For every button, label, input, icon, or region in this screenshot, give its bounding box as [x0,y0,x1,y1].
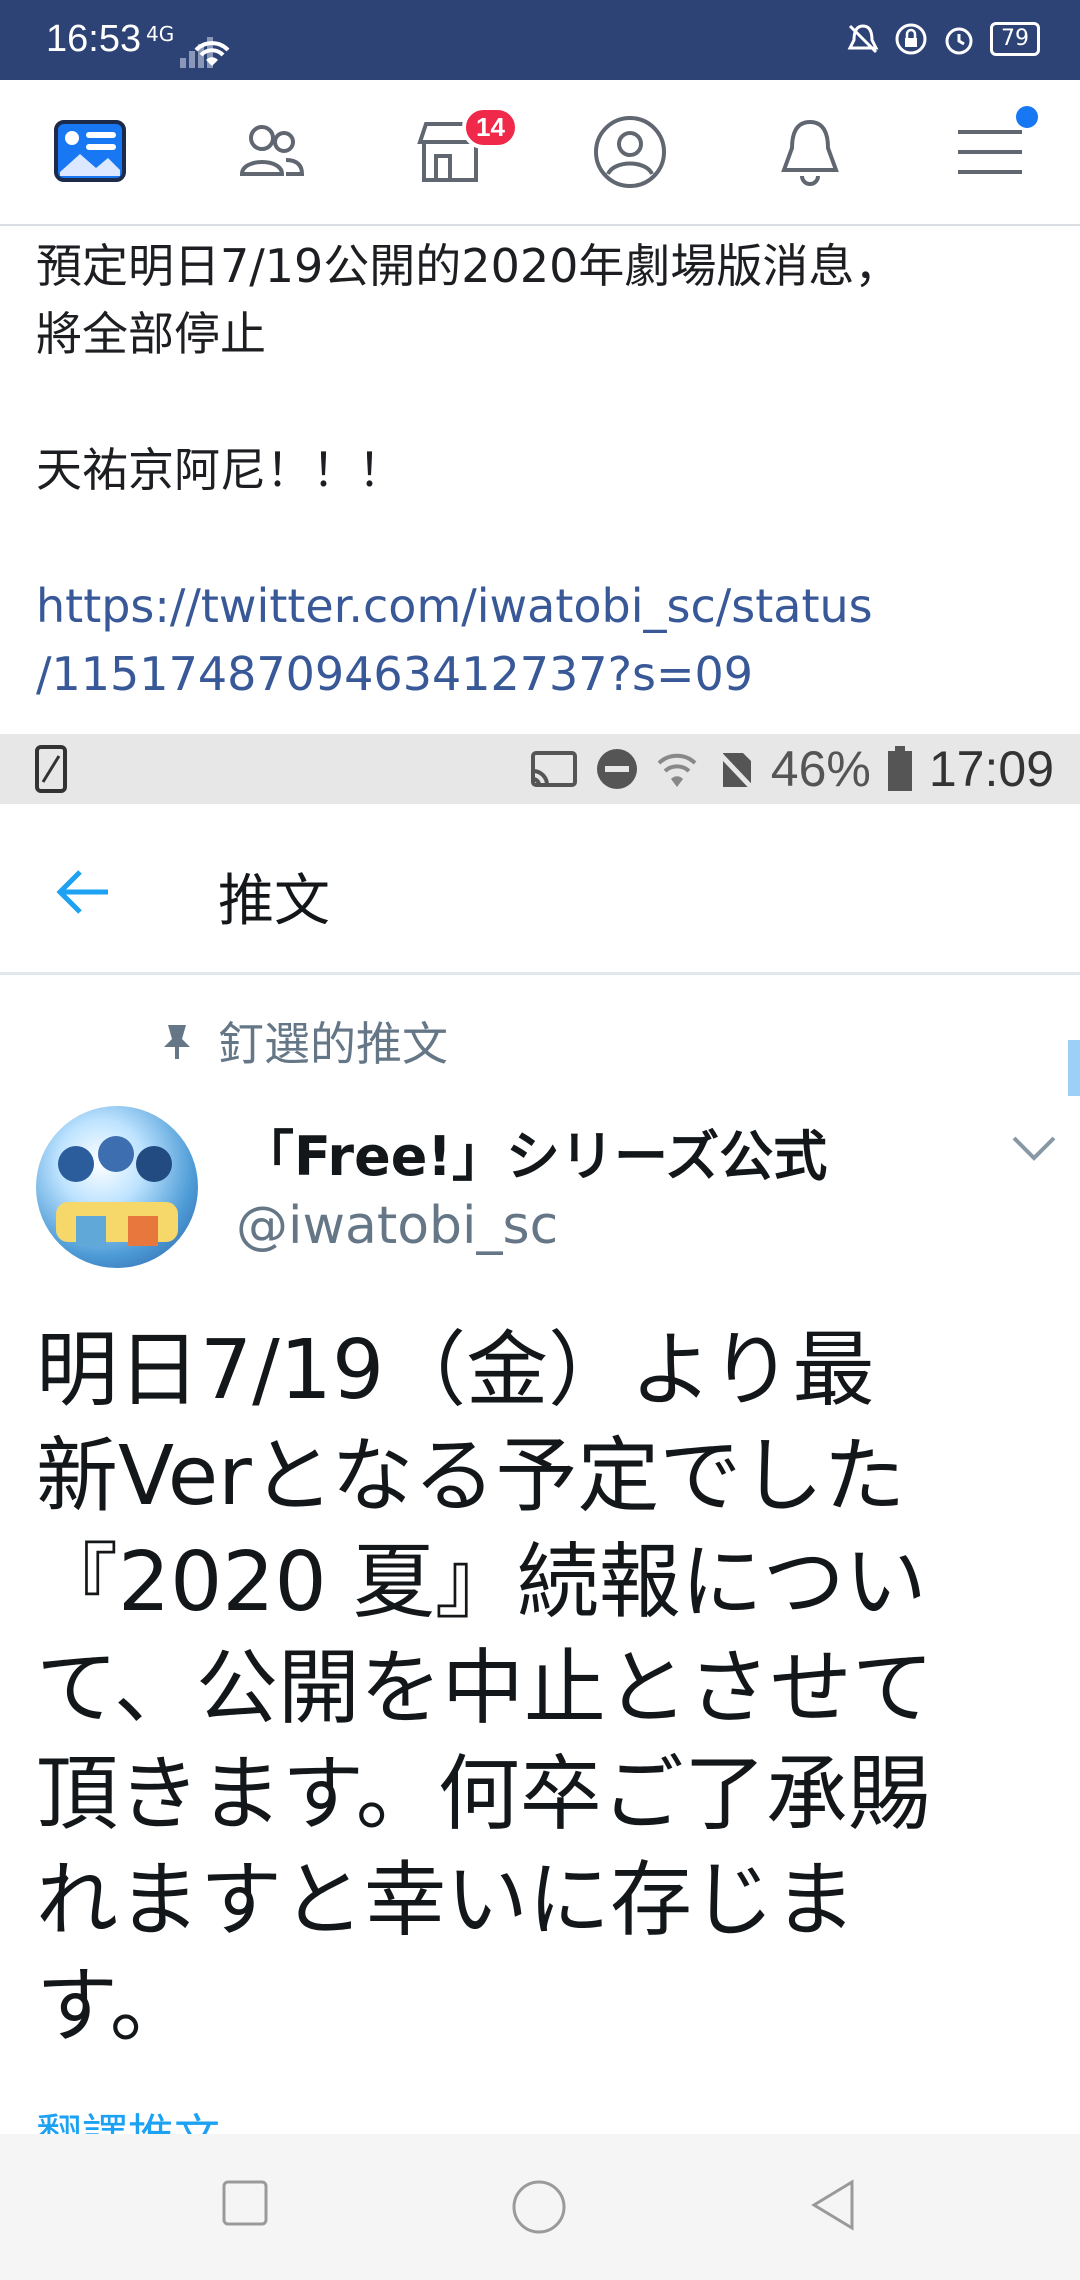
scroll-indicator[interactable] [1068,1040,1080,1096]
tab-marketplace[interactable]: 14 [410,106,519,192]
marketplace-badge: 14 [462,106,519,149]
phone-icon [35,745,67,793]
alarm-icon [945,27,973,55]
wifi-icon [657,753,697,787]
tweet-line: 新Verとなる予定でした [36,1429,906,1524]
tweet-line: 頂きます。何卒ご了承賜 [36,1747,930,1842]
recent-apps-icon[interactable] [220,2178,270,2228]
facebook-nav-bar: 14 [0,80,1080,226]
signal-4g-label: 4G [146,22,175,46]
home-icon[interactable] [510,2178,568,2236]
post-text-line: 預定明日7/19公開的2020年劇場版消息， [36,239,901,293]
no-sim-icon [714,749,755,791]
author-handle[interactable]: @iwatobi_sc [236,1196,558,1256]
tab-menu[interactable] [950,106,1038,192]
twitter-header: 推文 [0,804,1080,975]
page-title: 推文 [218,869,330,934]
cast-icon [530,751,577,787]
tweet-link-continued[interactable]: /1151748709463412737?s=09 [36,640,1046,708]
mute-bell-icon [847,24,879,54]
profile-icon [594,116,666,188]
do-not-disturb-icon [596,749,637,789]
tweet-line: 『2020 夏』続報につい [36,1535,927,1630]
post-body: 預定明日7/19公開的2020年劇場版消息， 將全部停止 天祐京阿尼！！！ ht… [36,232,1046,708]
pinned-tweet-label: 釘選的推文 [160,1008,448,1074]
tweet-line: れますと幸いに存じま [36,1853,857,1948]
status-time: 16:53 [46,18,142,60]
lock-icon [895,23,927,55]
status-bar: 16:53 4G 79 [0,0,1080,80]
avatar[interactable] [36,1106,198,1268]
bell-icon [781,119,839,186]
pinned-label-text: 釘選的推文 [218,1017,448,1071]
menu-notification-dot [1016,106,1038,128]
tweet-link[interactable]: https://twitter.com/iwatobi_sc/status [36,572,1046,640]
author-name[interactable]: 「Free!」シリーズ公式 [240,1112,827,1191]
friends-icon [239,125,305,176]
battery-icon [887,746,912,791]
battery-percent: 46% [770,741,871,797]
wifi-icon [194,41,230,66]
tab-news-feed[interactable] [50,112,130,192]
post-text-line: 將全部停止 [36,307,266,361]
post-text-line: 天祐京阿尼！！！ [36,443,404,497]
tab-friends[interactable] [230,112,310,192]
back-arrow-icon[interactable] [52,860,116,924]
tab-profile[interactable] [590,112,670,192]
tweet-line: 明日7/19（金）より最 [36,1323,875,1418]
chevron-down-icon[interactable] [1006,1128,1062,1168]
news-feed-icon [54,120,126,182]
back-icon[interactable] [808,2178,858,2232]
tweet-line: す。 [36,1959,192,2054]
embedded-status-time: 17:09 [928,741,1054,797]
tab-notifications[interactable] [770,112,850,192]
avatar-artwork-icon [56,1136,178,1246]
tweet-text: 明日7/19（金）より最 新Verとなる予定でした 『2020 夏』続報につい … [36,1318,1056,2060]
embedded-status-bar: 46% 17:09 [0,734,1080,804]
pin-icon [164,1025,190,1059]
android-nav-bar [0,2134,1080,2280]
battery-level: 79 [990,22,1040,56]
tweet-line: て、公開を中止とさせて [36,1641,934,1736]
